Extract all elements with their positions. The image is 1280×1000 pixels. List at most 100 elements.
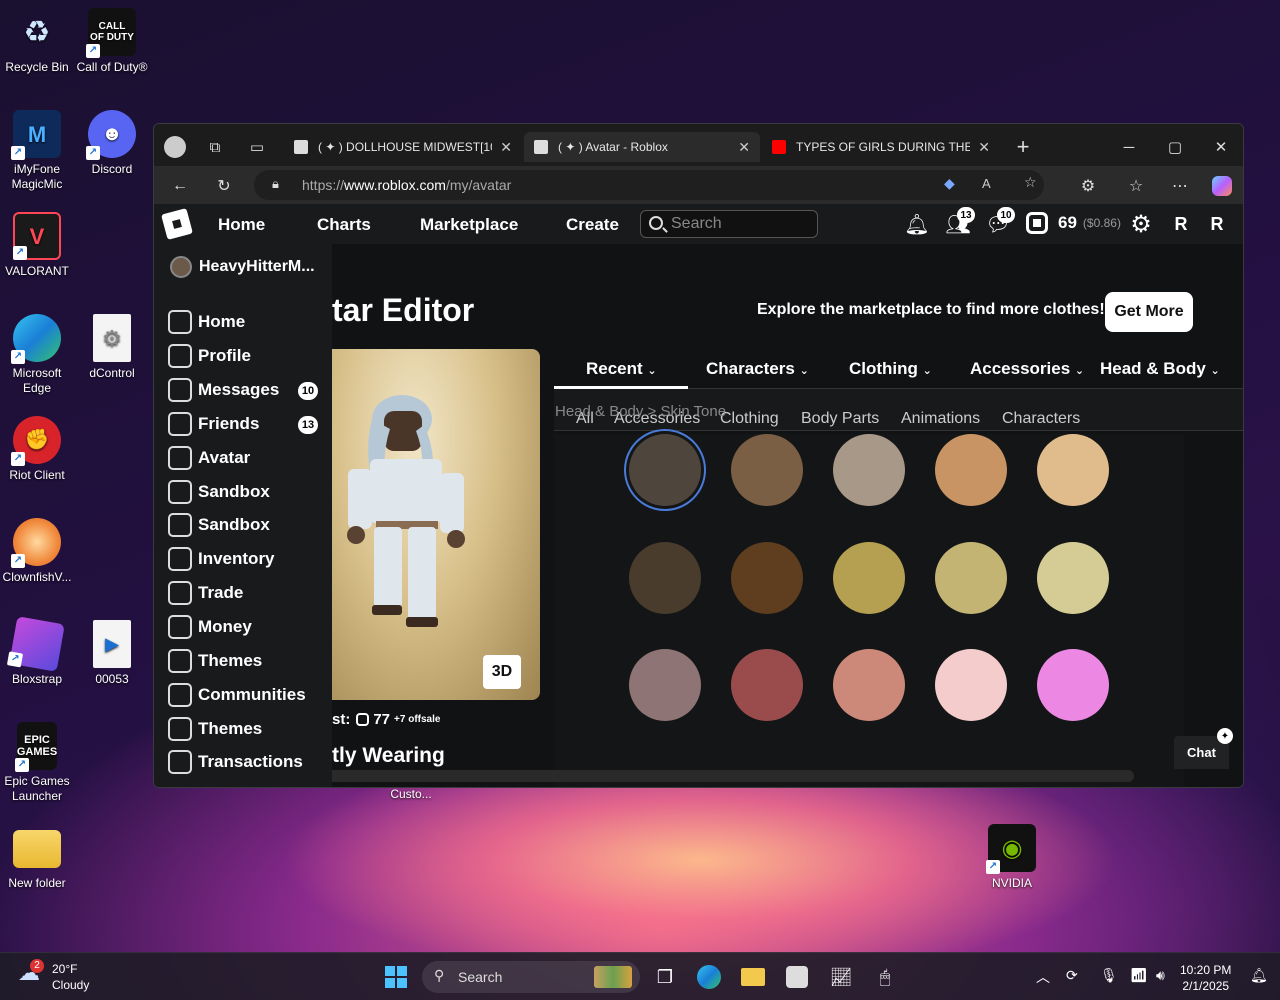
- favorite-star-icon[interactable]: ☆: [1024, 174, 1037, 191]
- skin-tone-swatch[interactable]: [935, 434, 1007, 506]
- desktop-icon-riot-client[interactable]: ✊ ↗ Riot Client: [0, 416, 76, 483]
- performance-monitor-icon[interactable]: 📈︎: [825, 961, 857, 993]
- task-view-icon[interactable]: ❐: [649, 961, 681, 993]
- skin-tone-swatch[interactable]: [731, 542, 803, 614]
- wifi-icon[interactable]: 📶︎: [1130, 967, 1148, 984]
- close-tab-icon[interactable]: ✕: [500, 139, 512, 156]
- desktop-icon-call-of-duty[interactable]: CALL OF DUTY ↗ Call of Duty®: [73, 8, 151, 75]
- sidebar-item-themes[interactable]: Themes: [168, 714, 318, 744]
- windows-start-icon[interactable]: [380, 961, 412, 993]
- skin-tone-swatch[interactable]: [731, 434, 803, 506]
- sidebar-item-avatar[interactable]: Avatar: [168, 443, 318, 473]
- nav-charts[interactable]: Charts: [317, 215, 371, 235]
- edge-taskbar-icon[interactable]: [693, 961, 725, 993]
- desktop-icon-bloxstrap[interactable]: ↗ Bloxstrap: [0, 616, 76, 687]
- desktop-icon-valorant[interactable]: V ↗ VALORANT: [0, 212, 76, 279]
- vertical-tabs-icon[interactable]: ▭: [244, 134, 270, 160]
- close-tab-icon[interactable]: ✕: [738, 139, 750, 156]
- sidebar-item-transactions[interactable]: Transactions: [168, 747, 318, 777]
- subtab-characters[interactable]: Characters: [1002, 410, 1080, 428]
- favorites-icon[interactable]: ☆: [1124, 174, 1148, 198]
- skin-tone-swatch[interactable]: [833, 649, 905, 721]
- maximize-icon[interactable]: ▢: [1162, 134, 1188, 160]
- sidebar-item-themes[interactable]: Themes: [168, 646, 318, 676]
- nav-create[interactable]: Create: [566, 215, 619, 235]
- desktop-icon-new-folder[interactable]: New folder: [0, 824, 76, 891]
- tab-avatar-roblox[interactable]: ( ✦ ) Avatar - Roblox ✕: [524, 132, 760, 162]
- weather-widget[interactable]: ☁ 2 20°F Cloudy: [18, 959, 89, 993]
- avatar-preview[interactable]: 3D: [332, 349, 540, 700]
- sidebar-item-sandbox[interactable]: Sandbox: [168, 510, 318, 540]
- subtab-body-parts[interactable]: Body Parts: [801, 410, 879, 428]
- skin-tone-swatch[interactable]: [833, 434, 905, 506]
- show-hidden-icons-icon[interactable]: ︿: [1036, 967, 1050, 987]
- desktop-icon-recycle-bin[interactable]: ♻ Recycle Bin: [0, 8, 76, 75]
- sidebar-item-messages[interactable]: Messages 10: [168, 375, 318, 405]
- refresh-icon[interactable]: ↻: [212, 174, 236, 198]
- skin-tone-swatch[interactable]: [629, 649, 701, 721]
- sidebar-item-sandbox[interactable]: Sandbox: [168, 477, 318, 507]
- read-aloud-icon[interactable]: A: [982, 176, 991, 191]
- tab-accessories[interactable]: Accessories ⌄: [970, 359, 1084, 379]
- tab-youtube[interactable]: TYPES OF GIRLS DURING THE SU ✕: [762, 132, 1000, 162]
- get-more-button[interactable]: Get More: [1105, 292, 1193, 332]
- copilot-icon[interactable]: [1210, 174, 1234, 198]
- mouse-app-icon[interactable]: 🖱︎: [869, 961, 901, 993]
- desktop-icon-dcontrol[interactable]: ⚙ dControl: [73, 314, 151, 381]
- subtab-animations[interactable]: Animations: [901, 410, 980, 428]
- sidebar-item-home[interactable]: Home: [168, 307, 318, 337]
- minimize-icon[interactable]: ─: [1116, 134, 1142, 160]
- extension-r2-icon[interactable]: R: [1203, 210, 1231, 238]
- taskbar-search[interactable]: ⚲ Search: [422, 961, 640, 993]
- skin-tone-swatch[interactable]: [1037, 434, 1109, 506]
- extension-r-icon[interactable]: R: [1167, 210, 1195, 238]
- search-input[interactable]: Search: [640, 210, 818, 238]
- sidebar-item-trade[interactable]: Trade: [168, 578, 318, 608]
- microphone-icon[interactable]: 🎙︎: [1100, 967, 1118, 984]
- skin-tone-swatch[interactable]: [731, 649, 803, 721]
- desktop-icon-nvidia[interactable]: ◉ ↗ NVIDIA: [973, 824, 1051, 891]
- clock[interactable]: 10:20 PM 2/1/2025: [1180, 962, 1231, 994]
- skin-tone-swatch[interactable]: [629, 434, 701, 506]
- notifications-bell-icon[interactable]: 🔔︎: [903, 210, 931, 238]
- desktop-icon-edge[interactable]: ↗ Microsoft Edge: [0, 314, 76, 396]
- robux-balance[interactable]: 69 ($0.86): [1026, 212, 1121, 234]
- desktop-icon-imyfone[interactable]: M ↗ iMyFone MagicMic: [0, 110, 76, 192]
- tab-clothing[interactable]: Clothing ⌄: [849, 359, 932, 379]
- view-3d-button[interactable]: 3D: [483, 655, 521, 689]
- desktop-icon-00053[interactable]: ▶ 00053: [73, 620, 151, 687]
- skin-tone-swatch[interactable]: [935, 542, 1007, 614]
- sidebar-item-money[interactable]: Money: [168, 612, 318, 642]
- settings-gear-icon[interactable]: ⚙: [1127, 210, 1155, 238]
- horizontal-scrollbar[interactable]: [249, 770, 1134, 782]
- skin-tone-swatch[interactable]: [629, 542, 701, 614]
- tab-dollhouse[interactable]: ( ✦ ) DOLLHOUSE MIDWEST[100K ✕: [284, 132, 522, 162]
- desktop-icon-custom[interactable]: Custo...: [372, 787, 450, 802]
- profile-icon[interactable]: [162, 134, 188, 160]
- desktop-icon-clownfish[interactable]: ↗ ClownfishV...: [0, 518, 76, 585]
- sync-icon[interactable]: ⟳: [1066, 967, 1078, 984]
- sidebar-item-friends[interactable]: Friends 13: [168, 409, 318, 439]
- sidebar-item-communities[interactable]: Communities: [168, 680, 318, 710]
- sidebar-item-profile[interactable]: Profile: [168, 341, 318, 371]
- file-explorer-icon[interactable]: [737, 961, 769, 993]
- new-tab-icon[interactable]: +: [1010, 134, 1036, 160]
- close-window-icon[interactable]: ✕: [1208, 134, 1234, 160]
- back-icon[interactable]: ←: [168, 174, 192, 198]
- skin-tone-swatch[interactable]: [935, 649, 1007, 721]
- sidebar-user[interactable]: HeavyHitterM...: [170, 256, 315, 278]
- desktop-icon-epic-games[interactable]: EPIC GAMES ↗ Epic Games Launcher: [0, 722, 76, 804]
- more-menu-icon[interactable]: ⋯: [1168, 174, 1192, 198]
- sidebar-item-inventory[interactable]: Inventory: [168, 544, 318, 574]
- skin-tone-swatch[interactable]: [833, 542, 905, 614]
- tab-characters[interactable]: Characters ⌄: [706, 359, 809, 379]
- volume-icon[interactable]: 🔊︎: [1156, 967, 1165, 984]
- extensions-icon[interactable]: ⚙: [1076, 174, 1100, 198]
- workspaces-icon[interactable]: ⧉: [202, 134, 228, 160]
- tag-icon[interactable]: ◆: [944, 175, 955, 192]
- close-tab-icon[interactable]: ✕: [978, 139, 990, 156]
- app-icon[interactable]: [781, 961, 813, 993]
- nav-home[interactable]: Home: [218, 215, 265, 235]
- tab-head-body[interactable]: Head & Body ⌄: [1100, 359, 1220, 379]
- desktop-icon-discord[interactable]: ☻ ↗ Discord: [73, 110, 151, 177]
